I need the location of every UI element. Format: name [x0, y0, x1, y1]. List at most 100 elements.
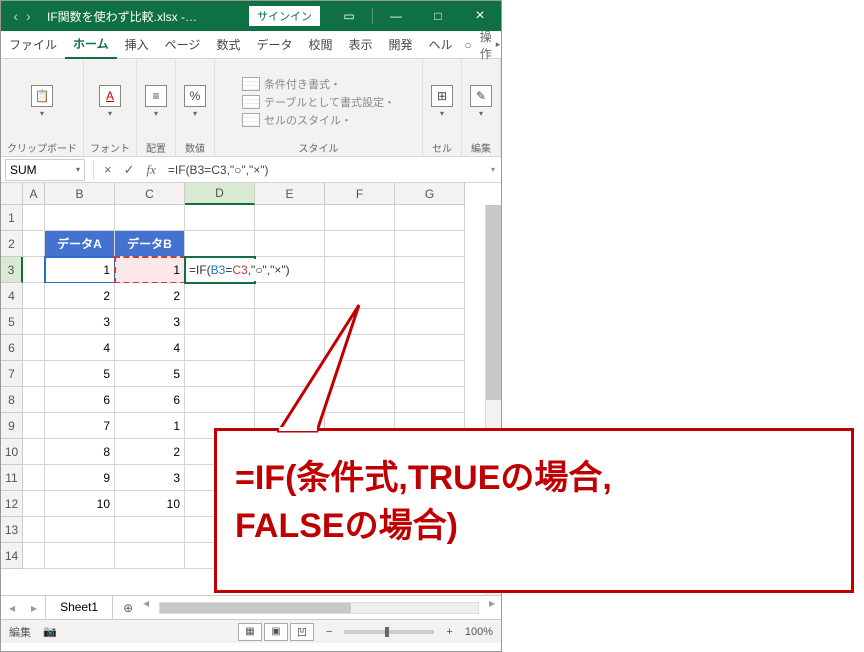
zoom-out-button[interactable]: −: [326, 626, 332, 638]
cell-F7[interactable]: [325, 361, 395, 387]
row-header-8[interactable]: 8: [1, 387, 23, 413]
cell-C4[interactable]: 2: [115, 283, 185, 309]
row-header-6[interactable]: 6: [1, 335, 23, 361]
horizontal-scroll-thumb[interactable]: [160, 603, 351, 613]
cell-D6[interactable]: [185, 335, 255, 361]
cell-B4[interactable]: 2: [45, 283, 115, 309]
conditional-format-button[interactable]: 条件付き書式・: [242, 76, 341, 92]
cell-G8[interactable]: [395, 387, 465, 413]
cell-E5[interactable]: [255, 309, 325, 335]
cell-B14[interactable]: [45, 543, 115, 569]
col-header-G[interactable]: G: [395, 183, 465, 205]
cell-A5[interactable]: [23, 309, 45, 335]
cell-F6[interactable]: [325, 335, 395, 361]
cell-C9[interactable]: 1: [115, 413, 185, 439]
cell-C8[interactable]: 6: [115, 387, 185, 413]
cell-C11[interactable]: 3: [115, 465, 185, 491]
view-normal-button[interactable]: ▦: [238, 623, 262, 641]
tab-formula[interactable]: 数式: [208, 31, 248, 59]
cell-B12[interactable]: 10: [45, 491, 115, 517]
tab-data[interactable]: データ: [248, 31, 300, 59]
cell-D4[interactable]: [185, 283, 255, 309]
cell-G6[interactable]: [395, 335, 465, 361]
cell-C14[interactable]: [115, 543, 185, 569]
tell-me-label[interactable]: 操作: [476, 28, 496, 62]
cell-G2[interactable]: [395, 231, 465, 257]
cell-C5[interactable]: 3: [115, 309, 185, 335]
cell-C1[interactable]: [115, 205, 185, 231]
tab-dev[interactable]: 開発: [381, 31, 421, 59]
cell-A4[interactable]: [23, 283, 45, 309]
cell-B7[interactable]: 5: [45, 361, 115, 387]
maximize-button[interactable]: □: [417, 1, 459, 31]
horizontal-scrollbar[interactable]: [159, 602, 479, 614]
hscroll-right-icon[interactable]: ▸: [489, 596, 495, 620]
zoom-level[interactable]: 100%: [465, 626, 493, 638]
col-header-D[interactable]: D: [185, 183, 255, 205]
cell-B1[interactable]: [45, 205, 115, 231]
font-button[interactable]: A ▾: [97, 83, 123, 120]
row-header-13[interactable]: 13: [1, 517, 23, 543]
cell-C3[interactable]: 1: [115, 257, 185, 283]
row-header-11[interactable]: 11: [1, 465, 23, 491]
cell-G1[interactable]: [395, 205, 465, 231]
view-pagelayout-button[interactable]: ▣: [264, 623, 288, 641]
row-header-3[interactable]: 3: [1, 257, 23, 283]
expand-formula-bar-icon[interactable]: ▾: [485, 165, 501, 174]
cell-B6[interactable]: 4: [45, 335, 115, 361]
titlebar-next-icon[interactable]: ›: [24, 8, 33, 24]
name-box[interactable]: SUM ▾: [5, 159, 85, 181]
cell-B13[interactable]: [45, 517, 115, 543]
cell-A9[interactable]: [23, 413, 45, 439]
cell-A2[interactable]: [23, 231, 45, 257]
paste-button[interactable]: 📋 ▾: [29, 83, 55, 120]
col-header-F[interactable]: F: [325, 183, 395, 205]
row-header-5[interactable]: 5: [1, 309, 23, 335]
row-header-1[interactable]: 1: [1, 205, 23, 231]
sheet-nav-next[interactable]: ▸: [23, 601, 45, 615]
col-header-B[interactable]: B: [45, 183, 115, 205]
align-button[interactable]: ≡ ▾: [143, 83, 169, 120]
ribbon-display-icon[interactable]: ▭: [328, 1, 370, 31]
signin-button[interactable]: サインイン: [249, 6, 320, 26]
minimize-button[interactable]: —: [375, 1, 417, 31]
hscroll-left-icon[interactable]: ◂: [143, 596, 149, 620]
cell-B8[interactable]: 6: [45, 387, 115, 413]
cell-E1[interactable]: [255, 205, 325, 231]
cell-F5[interactable]: [325, 309, 395, 335]
view-pagebreak-button[interactable]: 凹: [290, 623, 314, 641]
select-all-corner[interactable]: [1, 183, 23, 205]
number-button[interactable]: % ▾: [182, 83, 208, 120]
cell-C12[interactable]: 10: [115, 491, 185, 517]
cancel-formula-button[interactable]: ×: [98, 162, 118, 177]
cell-A13[interactable]: [23, 517, 45, 543]
row-header-14[interactable]: 14: [1, 543, 23, 569]
tab-view[interactable]: 表示: [340, 31, 380, 59]
cell-C13[interactable]: [115, 517, 185, 543]
insert-function-button[interactable]: fx: [141, 162, 162, 178]
cell-D3[interactable]: =IF(B3=C3,"○","×"): [185, 257, 255, 283]
close-button[interactable]: ×: [459, 1, 501, 31]
cell-C10[interactable]: 2: [115, 439, 185, 465]
sheet-tab-1[interactable]: Sheet1: [45, 596, 113, 620]
cell-A14[interactable]: [23, 543, 45, 569]
cell-F4[interactable]: [325, 283, 395, 309]
row-header-9[interactable]: 9: [1, 413, 23, 439]
cell-A6[interactable]: [23, 335, 45, 361]
tell-me-icon[interactable]: ○: [461, 38, 476, 52]
cell-F8[interactable]: [325, 387, 395, 413]
cell-F2[interactable]: [325, 231, 395, 257]
cell-B3[interactable]: 1: [45, 257, 115, 283]
cell-D8[interactable]: [185, 387, 255, 413]
cell-E2[interactable]: [255, 231, 325, 257]
zoom-slider[interactable]: [344, 630, 434, 634]
name-box-dropdown-icon[interactable]: ▾: [76, 165, 80, 174]
cell-G5[interactable]: [395, 309, 465, 335]
tab-help[interactable]: ヘル: [421, 31, 461, 59]
cell-C6[interactable]: 4: [115, 335, 185, 361]
cell-D5[interactable]: [185, 309, 255, 335]
cell-E6[interactable]: [255, 335, 325, 361]
edit-button[interactable]: ✎ ▾: [468, 83, 494, 120]
row-header-2[interactable]: 2: [1, 231, 23, 257]
tab-page[interactable]: ページ: [157, 31, 209, 59]
